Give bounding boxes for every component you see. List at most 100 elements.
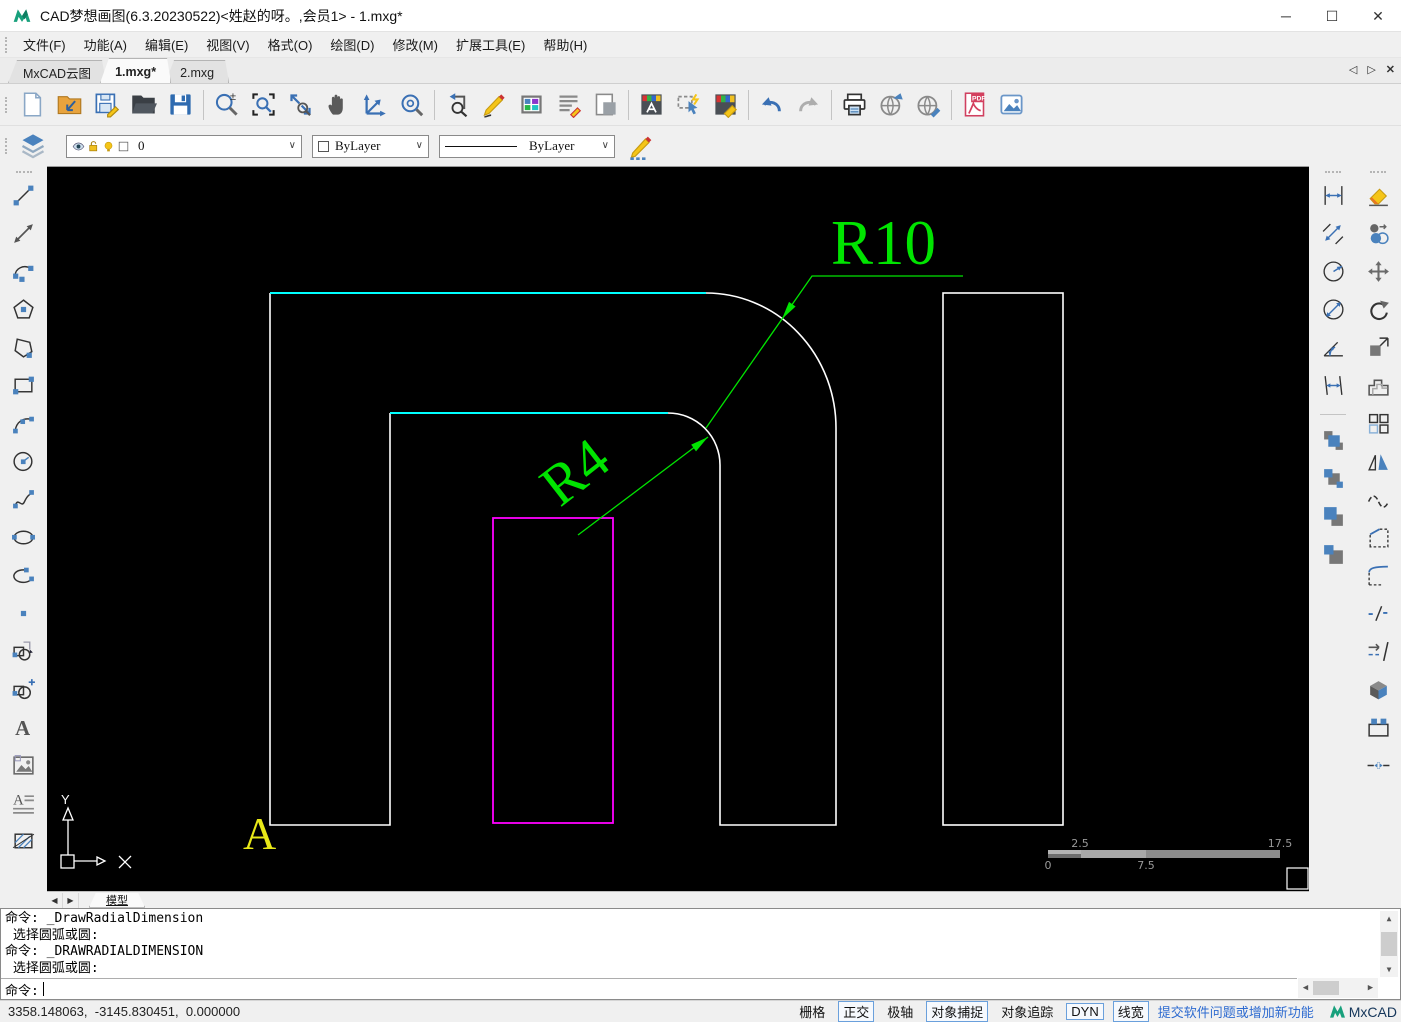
modify-stretch-button[interactable] xyxy=(1361,710,1396,745)
layout-prev-icon[interactable]: ◀ xyxy=(47,892,63,908)
draw-rectangle-button[interactable] xyxy=(6,368,41,403)
modify-array-button[interactable] xyxy=(1361,406,1396,441)
feedback-link[interactable]: 提交软件问题或增加新功能 xyxy=(1158,1002,1314,1021)
draw-polyline-button[interactable] xyxy=(6,330,41,365)
draw-ellipse-button[interactable] xyxy=(6,520,41,555)
toolbar-zoom-extents-button[interactable] xyxy=(282,87,319,123)
toolbar-save-as-button[interactable] xyxy=(162,87,199,123)
toolbar-undo-button[interactable] xyxy=(753,87,790,123)
toolbar-export-pdf-button[interactable]: PDF xyxy=(956,87,993,123)
scroll-up-icon[interactable]: ▲ xyxy=(1380,911,1398,926)
dim-order-front-button[interactable] xyxy=(1316,423,1351,458)
status-toggle-对象捕捉[interactable]: 对象捕捉 xyxy=(926,1001,989,1022)
dim-continue-dim-button[interactable] xyxy=(1316,368,1351,403)
linetype-edit-button[interactable] xyxy=(623,128,661,164)
modify-move-button[interactable] xyxy=(1361,254,1396,289)
draw-line-button[interactable] xyxy=(6,178,41,213)
toolbar-sketch-pencil-button[interactable] xyxy=(476,87,513,123)
entity-l-rectangle[interactable] xyxy=(942,292,1064,826)
modify-explode-button[interactable] xyxy=(1361,672,1396,707)
draw-mtext-button[interactable]: A xyxy=(6,786,41,821)
toolbar-zoom-dynamic-button[interactable]: ± xyxy=(208,87,245,123)
status-toggle-正交[interactable]: 正交 xyxy=(838,1001,875,1022)
toolbar-text-palette-button[interactable] xyxy=(633,87,670,123)
draw-point-button[interactable] xyxy=(6,596,41,631)
modify-fillet-button[interactable] xyxy=(1361,558,1396,593)
toolbar-zoom-window-button[interactable] xyxy=(245,87,282,123)
menu-功能A[interactable]: 功能(A) xyxy=(75,32,136,57)
entity-highlighted-edges[interactable] xyxy=(270,292,706,414)
draw-insert-block-button[interactable] xyxy=(6,634,41,669)
modify-extend-button[interactable] xyxy=(1361,634,1396,669)
scrollbar-thumb[interactable] xyxy=(1381,932,1397,956)
draw-polygon-button[interactable] xyxy=(6,292,41,327)
draw-ray-button[interactable] xyxy=(6,216,41,251)
command-vertical-scrollbar[interactable]: ▲ ▼ xyxy=(1380,911,1398,977)
dimension-r10[interactable]: R10 xyxy=(705,208,963,429)
draw-ellipse-arc-button[interactable] xyxy=(6,558,41,593)
toolbar-quick-select-button[interactable] xyxy=(670,87,707,123)
document-tab-1.mxg*[interactable]: 1.mxg* xyxy=(100,58,171,83)
status-toggle-栅格[interactable]: 栅格 xyxy=(795,1002,829,1021)
toolbar-ucs-axes-button[interactable] xyxy=(356,87,393,123)
entity-selected-rectangle[interactable] xyxy=(492,517,614,824)
toolbar-color-palette-button[interactable] xyxy=(513,87,550,123)
modify-erase-button[interactable] xyxy=(1361,178,1396,213)
status-toggle-极轴[interactable]: 极轴 xyxy=(883,1002,917,1021)
toolbar-print-button[interactable] xyxy=(836,87,873,123)
tab-scroll-left-icon[interactable]: ◁ xyxy=(1349,63,1357,76)
toolbar-text-style-button[interactable] xyxy=(550,87,587,123)
toolbar-web-publish-button[interactable] xyxy=(873,87,910,123)
layer-manager-button[interactable] xyxy=(14,128,52,164)
menu-帮助H[interactable]: 帮助(H) xyxy=(534,32,596,57)
modify-break-button[interactable] xyxy=(1361,596,1396,631)
dim-diameter-dim-button[interactable] xyxy=(1316,292,1351,327)
modify-spline-edit-button[interactable] xyxy=(1361,482,1396,517)
draw-create-block-button[interactable] xyxy=(6,672,41,707)
draw-arc-3pt-button[interactable] xyxy=(6,406,41,441)
toolbar-property-brush-button[interactable] xyxy=(707,87,744,123)
dim-order-back-button[interactable] xyxy=(1316,461,1351,496)
menu-视图V[interactable]: 视图(V) xyxy=(197,32,258,57)
scroll-right-icon[interactable]: ▶ xyxy=(1363,983,1378,993)
drawing-canvas[interactable]: R10 R4 A Y 2.5 17.5 0 7.5 xyxy=(47,166,1309,891)
draw-text-button[interactable]: A xyxy=(6,710,41,745)
status-toggle-DYN[interactable]: DYN xyxy=(1066,1003,1104,1020)
layer-select[interactable]: 0 ∨ xyxy=(66,134,302,158)
modify-join-button[interactable] xyxy=(1361,748,1396,783)
draw-arc-button[interactable] xyxy=(6,254,41,289)
dim-aligned-dim-button[interactable] xyxy=(1316,216,1351,251)
scroll-left-icon[interactable]: ◀ xyxy=(1298,983,1313,993)
command-horizontal-scrollbar[interactable]: ◀ ▶ xyxy=(1298,978,1378,998)
toolbar-redraw-button[interactable] xyxy=(439,87,476,123)
maximize-button[interactable]: ☐ xyxy=(1309,0,1355,32)
toolbar-page-setup-button[interactable] xyxy=(587,87,624,123)
scroll-down-icon[interactable]: ▼ xyxy=(1380,962,1398,977)
command-prompt[interactable]: 命令: xyxy=(1,978,1297,999)
modify-chamfer-button[interactable] xyxy=(1361,520,1396,555)
menu-绘图D[interactable]: 绘图(D) xyxy=(321,32,383,57)
modify-offset-button[interactable] xyxy=(1361,368,1396,403)
document-tab-MxCAD云图[interactable]: MxCAD云图 xyxy=(8,60,106,83)
status-toggle-对象追踪[interactable]: 对象追踪 xyxy=(997,1002,1057,1021)
draw-hatch-button[interactable] xyxy=(6,824,41,859)
close-button[interactable]: ✕ xyxy=(1355,0,1401,32)
modify-copy-button[interactable] xyxy=(1361,216,1396,251)
dim-radius-dim-button[interactable] xyxy=(1316,254,1351,289)
modify-mirror-button[interactable] xyxy=(1361,444,1396,479)
draw-spline-button[interactable] xyxy=(6,482,41,517)
layout-next-icon[interactable]: ▶ xyxy=(63,892,79,908)
status-toggle-线宽[interactable]: 线宽 xyxy=(1112,1001,1149,1022)
draw-circle-button[interactable] xyxy=(6,444,41,479)
toolbar-pan-button[interactable] xyxy=(319,87,356,123)
dim-angular-dim-button[interactable] xyxy=(1316,330,1351,365)
menu-扩展工具E[interactable]: 扩展工具(E) xyxy=(447,32,534,57)
dim-order-below-button[interactable] xyxy=(1316,537,1351,572)
menu-编辑E[interactable]: 编辑(E) xyxy=(136,32,197,57)
menu-文件F[interactable]: 文件(F) xyxy=(14,32,75,57)
model-space-tab[interactable]: 模型 xyxy=(89,893,145,908)
color-select[interactable]: ByLayer ∨ xyxy=(312,134,429,158)
menu-修改M[interactable]: 修改(M) xyxy=(383,32,447,57)
toolbar-open-project-button[interactable] xyxy=(51,87,88,123)
entity-n-shape-outline[interactable] xyxy=(269,292,837,826)
